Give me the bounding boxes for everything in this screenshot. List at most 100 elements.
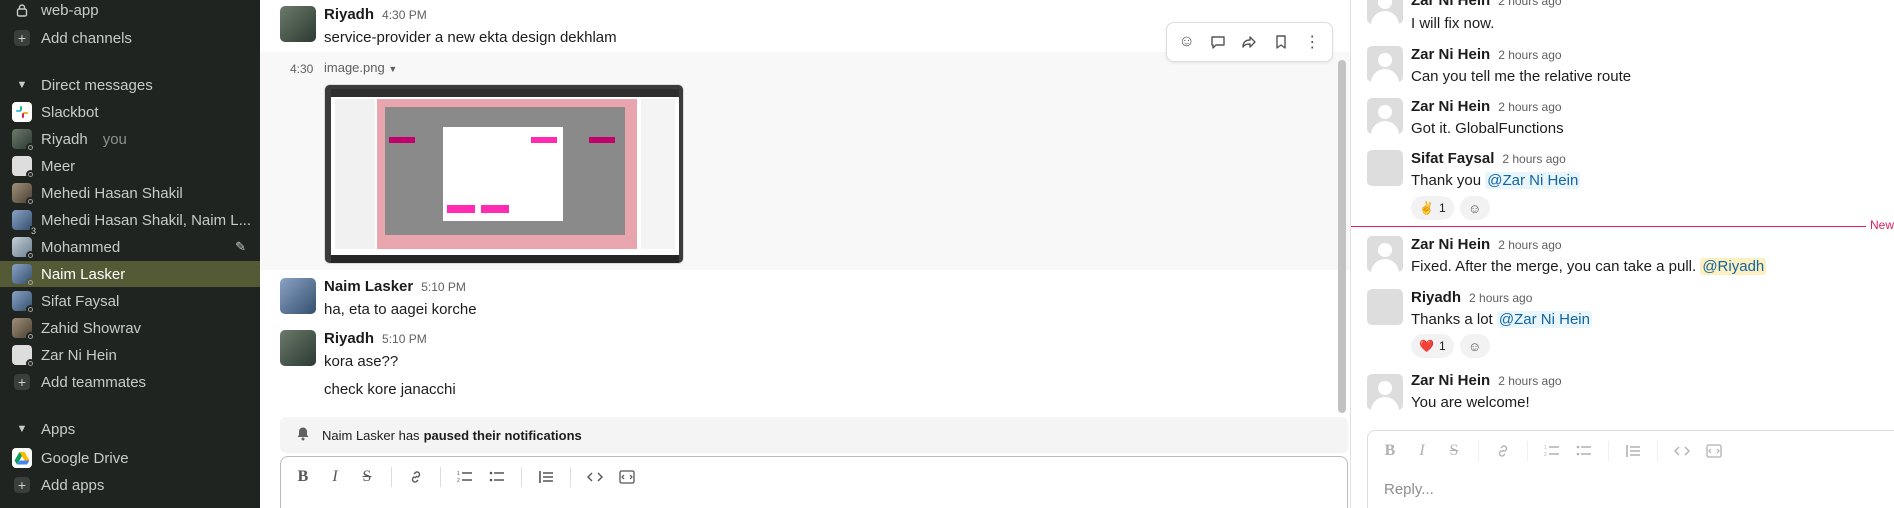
pencil-icon[interactable]: ✎	[235, 239, 246, 255]
message-author[interactable]: Zar Ni Hein 2 hours ago	[1411, 236, 1562, 253]
message-author[interactable]: Zar Ni Hein 2 hours ago	[1411, 372, 1562, 389]
bold-icon[interactable]: B	[289, 463, 317, 491]
author-name[interactable]: Zar Ni Hein	[1411, 236, 1490, 253]
avatar[interactable]	[1367, 0, 1403, 24]
message-time[interactable]: 2 hours ago	[1498, 374, 1561, 388]
message-time[interactable]: 4:30 PM	[382, 8, 427, 22]
message-time[interactable]: 2 hours ago	[1498, 48, 1561, 62]
dm-item-mohammed[interactable]: Mohammed ✎	[10, 234, 252, 260]
message-author[interactable]: Riyadh 5:10 PM	[324, 330, 427, 347]
ordered-list-icon[interactable]: 12	[1538, 437, 1566, 465]
code-icon[interactable]	[581, 463, 609, 491]
gutter-time[interactable]: 4:30	[290, 62, 313, 76]
author-name[interactable]: Zar Ni Hein	[1411, 372, 1490, 389]
strikethrough-icon[interactable]: S	[1440, 437, 1468, 465]
file-name[interactable]: image.png	[324, 60, 385, 75]
avatar[interactable]	[1367, 46, 1403, 82]
dm-item-meer[interactable]: Meer	[10, 153, 252, 179]
code-block-icon[interactable]	[1700, 437, 1728, 465]
blockquote-icon[interactable]	[1619, 437, 1647, 465]
message-time[interactable]: 2 hours ago	[1469, 291, 1532, 305]
dm-item-naim-lasker[interactable]: Naim Lasker	[0, 261, 260, 287]
message-author[interactable]: Riyadh 2 hours ago	[1411, 289, 1532, 306]
message-time[interactable]: 2 hours ago	[1498, 238, 1561, 252]
add-reaction-icon[interactable]: ☺	[1459, 334, 1490, 358]
dm-section-header[interactable]: ▼ Direct messages	[10, 72, 252, 98]
message-author[interactable]: Riyadh 4:30 PM	[324, 6, 427, 23]
add-apps-button[interactable]: + Add apps	[10, 472, 252, 498]
message-time[interactable]: 2 hours ago	[1502, 152, 1565, 166]
message-author[interactable]: Naim Lasker 5:10 PM	[324, 278, 466, 295]
apps-section-header[interactable]: ▼ Apps	[10, 416, 252, 442]
dm-item-riyadh[interactable]: Riyadh you	[10, 126, 252, 152]
italic-icon[interactable]: I	[321, 463, 349, 491]
avatar[interactable]	[1367, 98, 1403, 134]
message-time[interactable]: 2 hours ago	[1498, 100, 1561, 114]
reply-thread-icon[interactable]	[1206, 30, 1230, 54]
message-time[interactable]: 5:10 PM	[421, 280, 466, 294]
message-composer[interactable]: B I S 12	[280, 456, 1348, 508]
avatar[interactable]	[1367, 236, 1403, 272]
add-channels-button[interactable]: + Add channels	[10, 25, 252, 51]
add-reaction-icon[interactable]: ☺	[1459, 196, 1490, 220]
more-actions-icon[interactable]: ⋮	[1300, 30, 1324, 54]
author-name[interactable]: Sifat Faysal	[1411, 150, 1494, 167]
author-name[interactable]: Zar Ni Hein	[1411, 0, 1490, 9]
dm-item-mehedi[interactable]: Mehedi Hasan Shakil	[10, 180, 252, 206]
caret-down-icon[interactable]: ▼	[388, 64, 397, 74]
message[interactable]: check kore janacchi	[260, 374, 1350, 406]
blockquote-icon[interactable]	[532, 463, 560, 491]
add-reaction-icon[interactable]: ☺	[1175, 30, 1199, 54]
file-name-row[interactable]: image.png ▼	[324, 60, 397, 75]
code-block-icon[interactable]	[613, 463, 641, 491]
author-name[interactable]: Riyadh	[1411, 289, 1461, 306]
app-item-google-drive[interactable]: Google Drive	[10, 445, 252, 471]
dm-item-zar-ni-hein[interactable]: Zar Ni Hein	[10, 342, 252, 368]
message-author[interactable]: Zar Ni Hein 2 hours ago	[1411, 46, 1562, 63]
avatar[interactable]	[280, 278, 316, 314]
ordered-list-icon[interactable]: 12	[451, 463, 479, 491]
author-name[interactable]: Zar Ni Hein	[1411, 98, 1490, 115]
bulleted-list-icon[interactable]	[1570, 437, 1598, 465]
thread-reply-composer[interactable]: B I S 12 Reply...	[1367, 430, 1894, 508]
channel-web-app[interactable]: web-app	[10, 0, 252, 23]
message-author[interactable]: Zar Ni Hein 2 hours ago	[1411, 98, 1562, 115]
avatar[interactable]	[1367, 150, 1403, 186]
author-name[interactable]: Naim Lasker	[324, 278, 413, 295]
share-forward-icon[interactable]	[1237, 30, 1261, 54]
message[interactable]: Naim Lasker 5:10 PM ha, eta to aagei korc…	[260, 270, 1350, 322]
dm-item-slackbot[interactable]: Slackbot	[10, 99, 252, 125]
author-name[interactable]: Zar Ni Hein	[1411, 46, 1490, 63]
scrollbar[interactable]	[1338, 60, 1346, 413]
dm-item-group[interactable]: 3 Mehedi Hasan Shakil, Naim L...	[10, 207, 252, 236]
dm-item-zahid[interactable]: Zahid Showrav	[10, 315, 252, 341]
user-mention[interactable]: @Zar Ni Hein	[1496, 311, 1592, 328]
reply-input[interactable]: Reply...	[1384, 481, 1434, 498]
avatar[interactable]	[1367, 374, 1403, 410]
bold-icon[interactable]: B	[1376, 437, 1404, 465]
add-teammates-button[interactable]: + Add teammates	[10, 369, 252, 395]
avatar[interactable]	[1367, 289, 1403, 325]
dm-item-sifat-faysal[interactable]: Sifat Faysal	[10, 288, 252, 314]
reaction-pill[interactable]: ✌️ 1	[1411, 196, 1454, 220]
bulleted-list-icon[interactable]	[483, 463, 511, 491]
italic-icon[interactable]: I	[1408, 437, 1436, 465]
link-icon[interactable]	[402, 463, 430, 491]
code-icon[interactable]	[1668, 437, 1696, 465]
strikethrough-icon[interactable]: S	[353, 463, 381, 491]
link-icon[interactable]	[1489, 437, 1517, 465]
message[interactable]: Riyadh 5:10 PM kora ase??	[260, 322, 1350, 374]
message-author[interactable]: Zar Ni Hein 2 hours ago	[1411, 0, 1562, 9]
bookmark-icon[interactable]	[1269, 30, 1293, 54]
user-mention[interactable]: @Riyadh	[1700, 258, 1767, 275]
message-time[interactable]: 2 hours ago	[1498, 0, 1561, 8]
author-name[interactable]: Riyadh	[324, 6, 374, 23]
reaction-pill[interactable]: ❤️ 1	[1411, 334, 1454, 358]
message-author[interactable]: Sifat Faysal 2 hours ago	[1411, 150, 1566, 167]
message-file[interactable]: 4:30 image.png ▼ ☺ ⋮	[260, 22, 1350, 270]
image-thumbnail[interactable]	[324, 84, 684, 264]
message-time[interactable]: 5:10 PM	[382, 332, 427, 346]
avatar[interactable]	[280, 330, 316, 366]
user-mention[interactable]: @Zar Ni Hein	[1485, 172, 1581, 189]
avatar[interactable]	[280, 6, 316, 42]
